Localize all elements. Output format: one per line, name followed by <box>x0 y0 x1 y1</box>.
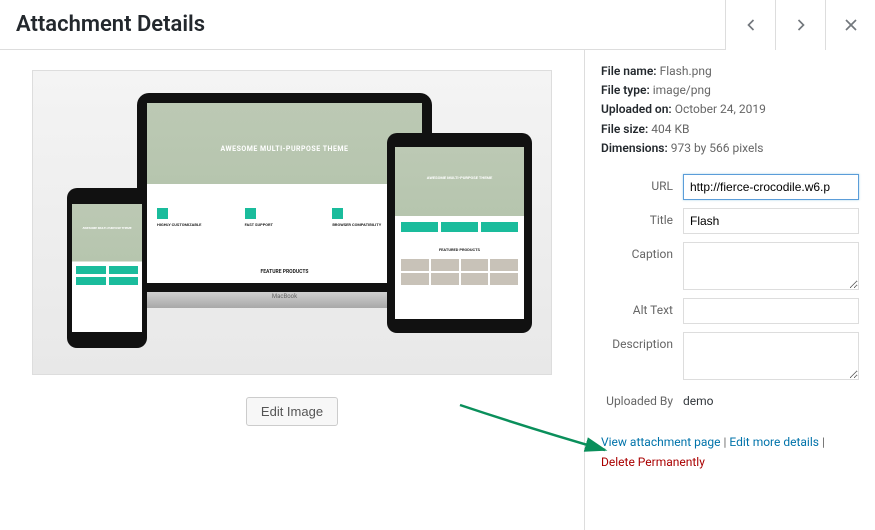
chevron-left-icon <box>741 15 761 35</box>
file-meta: File name: Flash.png File type: image/pn… <box>601 62 859 158</box>
alt-input[interactable] <box>683 298 859 324</box>
tablet-mockup: AWESOME MULTI-PURPOSE THEME FEATURED PRO… <box>387 133 532 333</box>
view-attachment-link[interactable]: View attachment page <box>601 435 721 449</box>
alt-label: Alt Text <box>601 298 683 317</box>
phone-mockup: AWESOME MULTI-PURPOSE THEME <box>67 188 147 348</box>
filetype-value: image/png <box>653 83 711 97</box>
edit-image-button[interactable]: Edit Image <box>246 397 338 426</box>
action-links: View attachment page | Edit more details… <box>601 432 859 473</box>
prev-button[interactable] <box>725 0 775 50</box>
modal-header: Attachment Details <box>0 0 875 50</box>
uploaded-by-value: demo <box>683 394 714 408</box>
attachment-image: AWESOME MULTI-PURPOSE THEME HIGHLY CUSTO… <box>32 70 552 375</box>
title-label: Title <box>601 208 683 227</box>
preview-pane: AWESOME MULTI-PURPOSE THEME HIGHLY CUSTO… <box>0 50 585 530</box>
close-button[interactable] <box>825 0 875 50</box>
dimensions-value: 973 by 566 pixels <box>671 141 764 155</box>
filetype-label: File type: <box>601 83 650 97</box>
url-input[interactable] <box>683 174 859 200</box>
title-input[interactable] <box>683 208 859 234</box>
url-label: URL <box>601 174 683 193</box>
details-sidebar: File name: Flash.png File type: image/pn… <box>585 50 875 530</box>
uploaded-by-label: Uploaded By <box>601 394 683 408</box>
filename-value: Flash.png <box>660 64 712 78</box>
delete-permanently-link[interactable]: Delete Permanently <box>601 455 705 469</box>
uploaded-label: Uploaded on: <box>601 102 672 116</box>
dimensions-label: Dimensions: <box>601 141 668 155</box>
chevron-right-icon <box>791 15 811 35</box>
description-input[interactable] <box>683 332 859 380</box>
next-button[interactable] <box>775 0 825 50</box>
close-icon <box>841 15 861 35</box>
header-nav <box>725 0 875 49</box>
caption-input[interactable] <box>683 242 859 290</box>
caption-label: Caption <box>601 242 683 261</box>
filesize-label: File size: <box>601 122 648 136</box>
description-label: Description <box>601 332 683 351</box>
filename-label: File name: <box>601 64 657 78</box>
uploaded-value: October 24, 2019 <box>675 102 766 116</box>
hero-text: AWESOME MULTI-PURPOSE THEME <box>147 145 422 153</box>
edit-more-link[interactable]: Edit more details <box>729 435 819 449</box>
modal-title: Attachment Details <box>16 12 205 37</box>
filesize-value: 404 KB <box>651 122 689 136</box>
